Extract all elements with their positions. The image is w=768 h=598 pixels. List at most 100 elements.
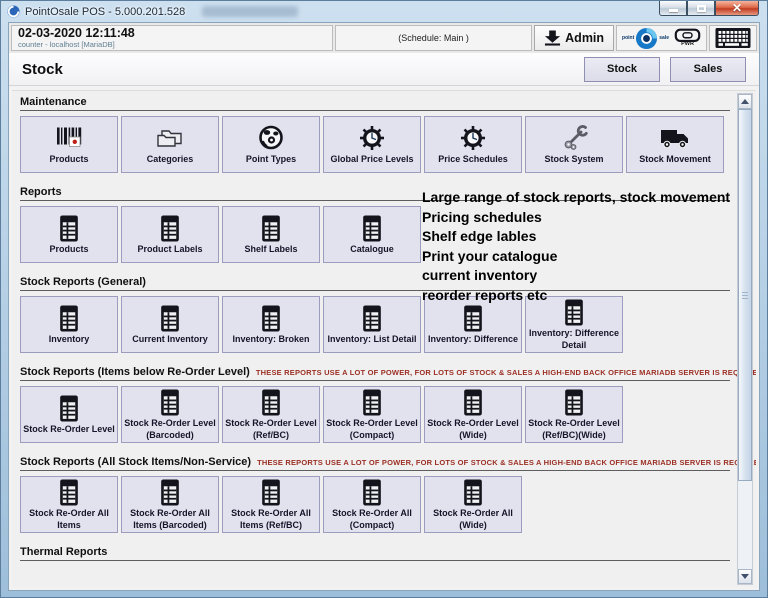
report-icon (157, 303, 183, 333)
tile-product-labels[interactable]: Product Labels (121, 206, 219, 263)
tile-label: Inventory: Difference Detail (526, 328, 622, 351)
tile-stock-re-order-level-compact[interactable]: Stock Re-Order Level (Compact) (323, 386, 421, 443)
report-icon (359, 303, 385, 333)
tile-inventory-difference[interactable]: Inventory: Difference (424, 296, 522, 353)
power-button[interactable]: PWR (674, 28, 701, 48)
schedule-cell: (Schedule: Main ) (335, 25, 532, 51)
report-icon (258, 303, 284, 333)
minimize-button[interactable] (659, 1, 687, 16)
tile-label: Shelf Labels (242, 244, 299, 256)
stock-content-panel: MaintenanceProductsCategoriesPoint Types… (12, 90, 756, 587)
section-header: Stock Reports (Items below Re-Order Leve… (20, 366, 730, 381)
report-icon (359, 477, 385, 507)
tile-stock-re-order-level[interactable]: Stock Re-Order Level (20, 386, 118, 443)
admin-label: Admin (565, 31, 604, 45)
section-header: Stock Reports (All Stock Items/Non-Servi… (20, 456, 730, 471)
app-window: PointOsale POS - 5.000.201.528 ✕ 02-03-2… (0, 0, 768, 598)
tile-stock-re-order-level-barcoded[interactable]: Stock Re-Order Level (Barcoded) (121, 386, 219, 443)
vertical-scrollbar[interactable] (737, 93, 753, 585)
tile-global-price-levels[interactable]: Global Price Levels (323, 116, 421, 173)
tile-inventory-list-detail[interactable]: Inventory: List Detail (323, 296, 421, 353)
datetime-text: 02-03-2020 12:11:48 (18, 27, 135, 41)
section-header: Maintenance (20, 96, 730, 111)
tile-label: Product Labels (135, 244, 204, 256)
button-row: Products Product Labels Shelf Labels Catalo… (20, 206, 730, 263)
tile-stock-re-order-all-compact[interactable]: Stock Re-Order All (Compact) (323, 476, 421, 533)
tile-products[interactable]: Products (20, 206, 118, 263)
tile-stock-re-order-all-items-ref-bc[interactable]: Stock Re-Order All Items (Ref/BC) (222, 476, 320, 533)
tile-stock-re-order-all-items-barcoded[interactable]: Stock Re-Order All Items (Barcoded) (121, 476, 219, 533)
tile-catalogue[interactable]: Catalogue (323, 206, 421, 263)
section-reports: ReportsProductsProduct LabelsShelf Label… (20, 186, 730, 263)
tile-inventory-broken[interactable]: Inventory: Broken (222, 296, 320, 353)
tile-stock-movement[interactable]: Stock Movement (626, 116, 724, 173)
tile-current-inventory[interactable]: Current Inventory (121, 296, 219, 353)
tile-stock-re-order-level-ref-bc[interactable]: Stock Re-Order Level (Ref/BC) (222, 386, 320, 443)
section-warning-note: THESE REPORTS USE A LOT OF POWER, FOR LO… (257, 458, 756, 467)
tile-label: Stock Re-Order Level (Ref/BC)(Wide) (526, 418, 622, 441)
section-title: Thermal Reports (20, 546, 107, 558)
tile-label: Price Schedules (436, 154, 510, 166)
report-icon (460, 477, 486, 507)
page-header: Stock Stock Sales (9, 53, 759, 86)
button-row: Stock Re-Order Level Stock Re-Order Level… (20, 386, 730, 443)
app-icon (7, 5, 20, 18)
schedule-text: (Schedule: Main ) (398, 33, 469, 43)
tile-label: Products (47, 154, 90, 166)
scroll-up-button[interactable] (738, 94, 752, 109)
tile-label: Point Types (244, 154, 298, 166)
maximize-button[interactable] (687, 1, 715, 16)
close-button[interactable]: ✕ (715, 1, 759, 16)
login-arrow-icon (544, 30, 561, 46)
tile-label: Global Price Levels (328, 154, 415, 166)
tile-inventory[interactable]: Inventory (20, 296, 118, 353)
stock-nav-button[interactable]: Stock (584, 57, 660, 82)
report-icon (56, 477, 82, 507)
report-icon (56, 393, 82, 423)
tile-stock-re-order-all-wide[interactable]: Stock Re-Order All (Wide) (424, 476, 522, 533)
report-icon (460, 303, 486, 333)
scrollbar-thumb[interactable] (738, 109, 752, 481)
section-maintenance: Maintenance Products Categories Point Types… (20, 96, 730, 173)
tile-label: Stock Re-Order Level (Compact) (324, 418, 420, 441)
tile-stock-system[interactable]: Stock System (525, 116, 623, 173)
tile-stock-re-order-level-wide[interactable]: Stock Re-Order Level (Wide) (424, 386, 522, 443)
tile-products[interactable]: Products (20, 116, 118, 173)
report-icon (561, 387, 587, 417)
logo-donut-icon (635, 27, 658, 50)
barcode-icon (54, 123, 84, 153)
section-title: Stock Reports (Items below Re-Order Leve… (20, 366, 250, 378)
tile-price-schedules[interactable]: Price Schedules (424, 116, 522, 173)
tile-categories[interactable]: Categories (121, 116, 219, 173)
report-icon (359, 213, 385, 243)
keyboard-button[interactable] (709, 25, 757, 51)
tile-label: Inventory: Broken (230, 334, 311, 346)
gearclock-icon (459, 123, 487, 153)
report-icon (157, 477, 183, 507)
report-icon (258, 387, 284, 417)
title-bar[interactable]: PointOsale POS - 5.000.201.528 (1, 1, 767, 22)
report-icon (157, 387, 183, 417)
tile-inventory-difference-detail[interactable]: Inventory: Difference Detail (525, 296, 623, 353)
tile-stock-re-order-level-ref-bc-wide[interactable]: Stock Re-Order Level (Ref/BC)(Wide) (525, 386, 623, 443)
section-warning-note: THESE REPORTS USE A LOT OF POWER, FOR LO… (256, 368, 756, 377)
tile-label: Stock Re-Order All (Compact) (324, 508, 420, 531)
ball-icon (257, 123, 285, 153)
tile-label: Inventory (47, 334, 92, 346)
admin-button[interactable]: Admin (534, 25, 614, 51)
tile-stock-re-order-all-items[interactable]: Stock Re-Order All Items (20, 476, 118, 533)
button-row: Products Categories Point Types Global Pric… (20, 116, 730, 173)
button-row: Stock Re-Order All ItemsStock Re-Order A… (20, 476, 730, 533)
tile-shelf-labels[interactable]: Shelf Labels (222, 206, 320, 263)
tile-point-types[interactable]: Point Types (222, 116, 320, 173)
tile-label: Stock Re-Order All Items (Barcoded) (122, 508, 218, 531)
app-frame: 02-03-2020 12:11:48 counter - localhost … (8, 22, 760, 591)
maximize-icon (697, 5, 706, 12)
power-label: PWR (681, 42, 694, 48)
sales-nav-button[interactable]: Sales (670, 57, 746, 82)
scroll-down-button[interactable] (738, 569, 752, 584)
section-title: Stock Reports (General) (20, 276, 146, 288)
report-icon (561, 297, 587, 327)
window-controls: ✕ (659, 1, 759, 16)
tile-label: Stock Re-Order Level (21, 424, 117, 436)
